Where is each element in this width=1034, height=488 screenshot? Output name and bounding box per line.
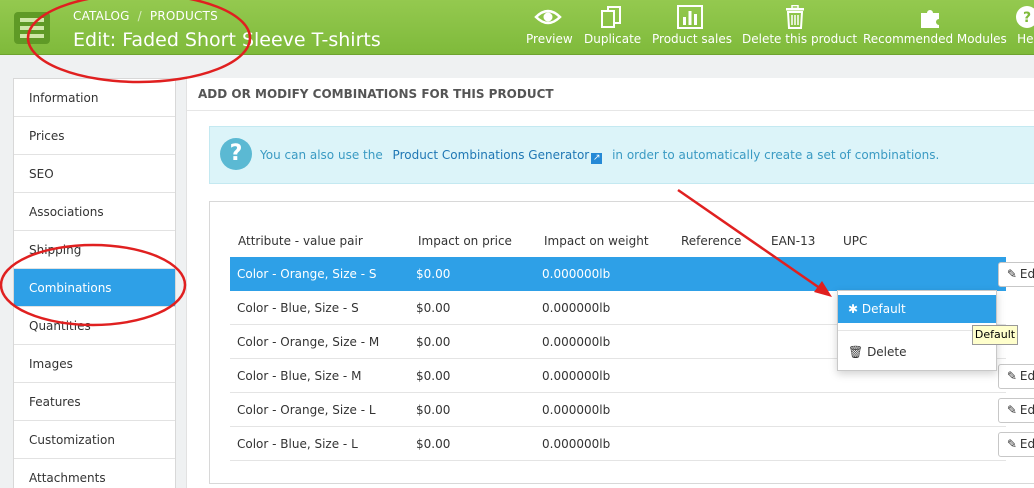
attribute-cell: Color - Blue, Size - M	[237, 369, 362, 383]
column-header: EAN-13	[771, 234, 816, 248]
table-row[interactable]: Color - Blue, Size - L $0.00 0.000000lb …	[230, 427, 1034, 461]
attribute-cell: Color - Orange, Size - L	[237, 403, 376, 417]
edit-button[interactable]: ✎Edit	[998, 364, 1034, 389]
price-cell: $0.00	[416, 403, 451, 417]
question-icon: ?	[220, 138, 252, 170]
price-cell: $0.00	[416, 437, 451, 451]
info-alert: ? You can also use the Product Combinati…	[209, 126, 1034, 184]
external-link-icon: ↗	[591, 153, 603, 164]
puzzle-icon	[920, 10, 939, 28]
price-cell: $0.00	[416, 335, 451, 349]
duplicate-button[interactable]: Duplicate	[584, 5, 641, 46]
sidebar-item-images[interactable]: Images	[14, 345, 175, 383]
weight-cell: 0.000000lb	[542, 369, 611, 383]
trash-icon: 🗑	[848, 345, 868, 359]
edit-button[interactable]: ✎Edit	[998, 398, 1034, 423]
menu-item-default[interactable]: ✱ Default	[838, 295, 996, 323]
breadcrumb-catalog[interactable]: CATALOG	[73, 9, 130, 23]
weight-cell: 0.000000lb	[542, 267, 611, 281]
attribute-cell: Color - Blue, Size - S	[237, 301, 359, 315]
pencil-icon: ✎	[1006, 403, 1017, 417]
delete-product-button[interactable]: Delete this product	[742, 5, 857, 46]
column-header: Impact on price	[418, 234, 512, 248]
table-row[interactable]: Color - Orange, Size - S $0.00 0.000000l…	[230, 257, 1034, 291]
help-button[interactable]: ? Hel	[1012, 5, 1034, 46]
attribute-cell: Color - Orange, Size - S	[237, 267, 377, 281]
pencil-icon: ✎	[1006, 437, 1017, 451]
sidebar-item-combinations[interactable]: Combinations	[14, 269, 175, 307]
breadcrumb-products[interactable]: PRODUCTS	[150, 9, 218, 23]
pencil-icon: ✎	[1006, 369, 1017, 383]
info-text: You can also use the Product Combination…	[260, 148, 940, 164]
weight-cell: 0.000000lb	[542, 301, 611, 315]
column-header: UPC	[843, 234, 868, 248]
column-header: Impact on weight	[544, 234, 649, 248]
combinations-panel: ADD OR MODIFY COMBINATIONS FOR THIS PROD…	[186, 78, 1034, 488]
help-icon: ?	[1016, 6, 1034, 28]
table-row[interactable]: Color - Orange, Size - L $0.00 0.000000l…	[230, 393, 1034, 427]
attribute-cell: Color - Orange, Size - M	[237, 335, 380, 349]
trash-icon	[786, 5, 804, 29]
price-cell: $0.00	[416, 267, 451, 281]
weight-cell: 0.000000lb	[542, 335, 611, 349]
breadcrumb: CATALOG / PRODUCTS	[73, 9, 218, 23]
preview-button[interactable]: Preview	[526, 5, 573, 46]
product-sales-button[interactable]: Product sales	[652, 5, 732, 46]
edit-button[interactable]: ✎Edit	[998, 432, 1034, 457]
sidebar-item-quantities[interactable]: Quantities	[14, 307, 175, 345]
divider	[187, 110, 1034, 111]
sidebar-item-prices[interactable]: Prices	[14, 117, 175, 155]
attribute-cell: Color - Blue, Size - L	[237, 437, 358, 451]
page-title: Edit: Faded Short Sleeve T-shirts	[73, 29, 381, 51]
sidebar-item-attachments[interactable]: Attachments	[14, 459, 175, 488]
bar-chart-icon	[677, 5, 703, 29]
recommended-modules-button[interactable]: Recommended Modules	[863, 5, 1007, 46]
sidebar-item-associations[interactable]: Associations	[14, 193, 175, 231]
sidebar-item-customization[interactable]: Customization	[14, 421, 175, 459]
eye-icon	[534, 9, 562, 25]
price-cell: $0.00	[416, 369, 451, 383]
column-header: Reference	[681, 234, 742, 248]
sidebar-item-seo[interactable]: SEO	[14, 155, 175, 193]
edit-button[interactable]: ✎Edit	[998, 262, 1034, 287]
pencil-icon: ✎	[1006, 267, 1017, 281]
weight-cell: 0.000000lb	[542, 403, 611, 417]
svg-text:?: ?	[1023, 10, 1031, 26]
sidebar-item-shipping[interactable]: Shipping	[14, 231, 175, 269]
column-header: Attribute - value pair	[238, 234, 363, 248]
tooltip: Default	[972, 325, 1018, 345]
weight-cell: 0.000000lb	[542, 437, 611, 451]
price-cell: $0.00	[416, 301, 451, 315]
panel-heading: ADD OR MODIFY COMBINATIONS FOR THIS PROD…	[198, 87, 554, 101]
combinations-generator-link[interactable]: Product Combinations Generator ↗	[393, 148, 603, 164]
copy-icon	[601, 6, 621, 28]
page-header: CATALOG / PRODUCTS Edit: Faded Short Sleev…	[0, 0, 1034, 55]
logo-icon	[14, 12, 50, 44]
sidebar-item-information[interactable]: Information	[14, 79, 175, 117]
asterisk-icon: ✱	[848, 302, 862, 316]
product-tabs-sidebar: Information Prices SEO Associations Ship…	[13, 78, 176, 488]
sidebar-item-features[interactable]: Features	[14, 383, 175, 421]
